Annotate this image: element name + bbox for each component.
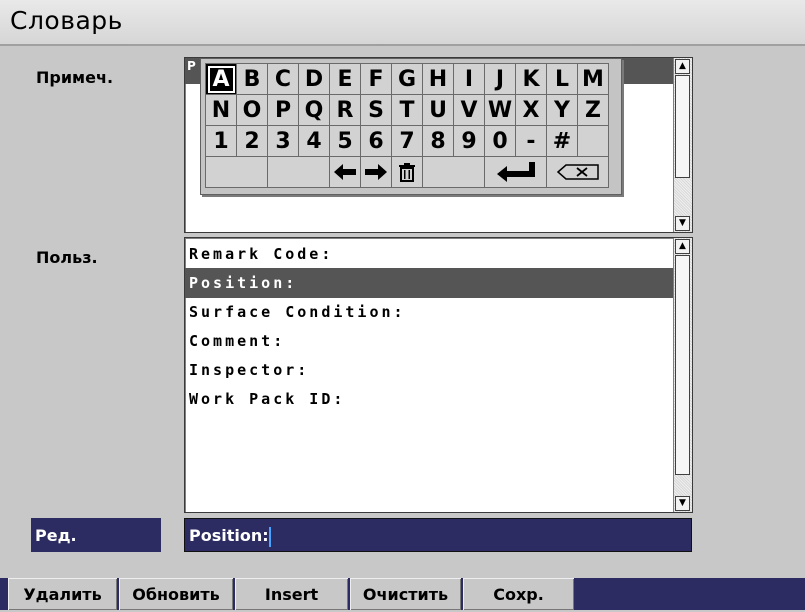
user-list-panel[interactable]: Remark Code: Position: Surface Condition: C…	[184, 237, 693, 513]
key-4[interactable]: 4	[299, 126, 330, 157]
scroll-down-icon[interactable]: ▼	[675, 216, 690, 231]
key-j[interactable]: J	[485, 64, 516, 95]
window-title: Словарь	[10, 6, 123, 35]
enter-icon[interactable]	[485, 157, 547, 188]
key-3[interactable]: 3	[268, 126, 299, 157]
arrow-right-icon[interactable]	[361, 157, 392, 188]
insert-button[interactable]: Insert	[235, 578, 350, 610]
key-g[interactable]: G	[392, 64, 423, 95]
keyboard-grid: A B C D E F G H I J K L M N O P Q R S T U V W X Y Z 1 2 3 4 5 6 7 8 9 0- #	[205, 63, 609, 188]
key-9[interactable]: 9	[454, 126, 485, 157]
text-caret	[268, 526, 271, 547]
edit-label: Ред.	[31, 518, 161, 552]
key-f[interactable]: F	[361, 64, 392, 95]
key-d[interactable]: D	[299, 64, 330, 95]
edit-value: Position:	[189, 526, 269, 545]
virtual-keyboard: A B C D E F G H I J K L M N O P Q R S T U V W X Y Z 1 2 3 4 5 6 7 8 9 0- #	[200, 58, 622, 195]
edit-field[interactable]: Position:	[184, 518, 692, 552]
save-button[interactable]: Сохр.	[463, 578, 576, 610]
key-6[interactable]: 6	[361, 126, 392, 157]
user-list-scrollbar[interactable]: ▲ ▼	[673, 238, 692, 512]
key-8[interactable]: 8	[423, 126, 454, 157]
key-k[interactable]: K	[516, 64, 547, 95]
key-p[interactable]: P	[268, 95, 299, 126]
key-2[interactable]: 2	[237, 126, 268, 157]
notes-scrollbar[interactable]: ▲ ▼	[673, 58, 692, 232]
update-button[interactable]: Обновить	[119, 578, 235, 610]
key-t[interactable]: T	[392, 95, 423, 126]
key-m[interactable]: M	[578, 64, 609, 95]
key-s[interactable]: S	[361, 95, 392, 126]
key-i[interactable]: I	[454, 64, 485, 95]
key-blank	[578, 126, 609, 157]
key-1[interactable]: 1	[206, 126, 237, 157]
user-list-scroll-thumb[interactable]	[675, 255, 690, 475]
key-z[interactable]: Z	[578, 95, 609, 126]
title-bar: Словарь	[0, 0, 805, 46]
key-0[interactable]: 0	[485, 126, 516, 157]
notes-label: Примеч.	[36, 68, 114, 87]
scroll-up-icon[interactable]: ▲	[675, 239, 690, 254]
list-item[interactable]: Comment:	[185, 326, 673, 356]
key-blank	[268, 157, 330, 188]
list-item[interactable]: Work Pack ID:	[185, 384, 673, 414]
backspace-icon[interactable]	[547, 157, 609, 188]
key-blank	[206, 157, 268, 188]
key-b[interactable]: B	[237, 64, 268, 95]
list-item[interactable]: Remark Code:	[185, 239, 673, 269]
key-e[interactable]: E	[330, 64, 361, 95]
key-q[interactable]: Q	[299, 95, 330, 126]
key-u[interactable]: U	[423, 95, 454, 126]
list-item[interactable]: Position:	[185, 268, 673, 298]
notes-scroll-thumb[interactable]	[675, 75, 690, 178]
key-r[interactable]: R	[330, 95, 361, 126]
key-dash[interactable]: -	[516, 126, 547, 157]
key-l[interactable]: L	[547, 64, 578, 95]
user-label: Польз.	[36, 248, 98, 267]
key-o[interactable]: O	[237, 95, 268, 126]
key-n[interactable]: N	[206, 95, 237, 126]
key-a[interactable]: A	[206, 64, 237, 95]
delete-button[interactable]: Удалить	[8, 578, 119, 610]
scroll-down-icon[interactable]: ▼	[675, 496, 690, 511]
key-c[interactable]: C	[268, 64, 299, 95]
key-hash[interactable]: #	[547, 126, 578, 157]
scroll-up-icon[interactable]: ▲	[675, 59, 690, 74]
key-5[interactable]: 5	[330, 126, 361, 157]
key-7[interactable]: 7	[392, 126, 423, 157]
key-x[interactable]: X	[516, 95, 547, 126]
key-h[interactable]: H	[423, 64, 454, 95]
key-blank	[423, 157, 485, 188]
key-w[interactable]: W	[485, 95, 516, 126]
arrow-left-icon[interactable]	[330, 157, 361, 188]
list-item[interactable]: Inspector:	[185, 355, 673, 385]
list-item[interactable]: Surface Condition:	[185, 297, 673, 327]
key-y[interactable]: Y	[547, 95, 578, 126]
clear-button[interactable]: Очистить	[350, 578, 463, 610]
trash-icon[interactable]	[392, 157, 423, 188]
key-v[interactable]: V	[454, 95, 485, 126]
notes-value: P	[187, 59, 196, 73]
